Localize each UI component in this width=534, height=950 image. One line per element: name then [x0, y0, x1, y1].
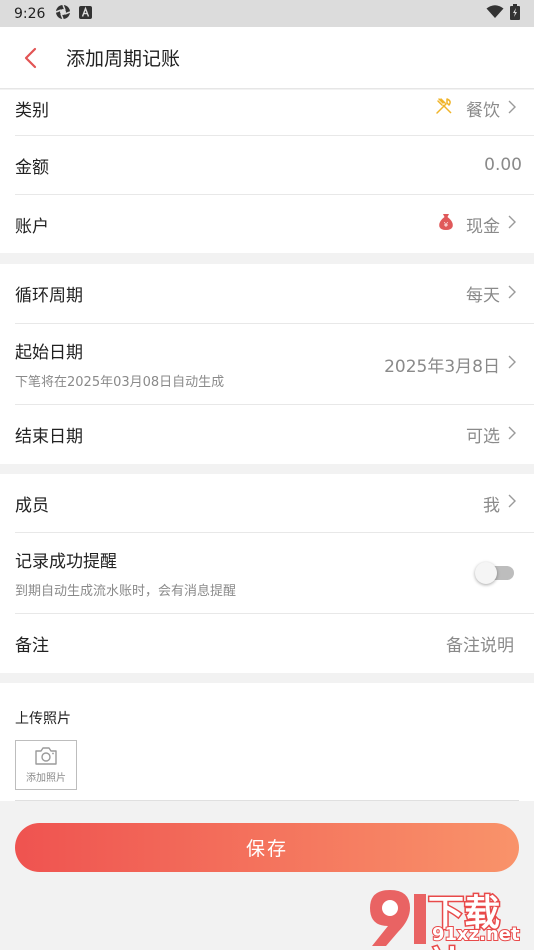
- toggle-knob: [475, 562, 497, 584]
- add-photo-text: 添加照片: [26, 773, 66, 784]
- back-button[interactable]: [0, 27, 60, 89]
- page-title: 添加周期记账: [66, 48, 181, 70]
- app-a-icon: [79, 4, 93, 23]
- chevron-right-icon: [508, 493, 516, 513]
- member-row[interactable]: 成员 我: [15, 474, 534, 533]
- money-bag-icon: ¥: [438, 213, 454, 236]
- reminder-toggle[interactable]: [475, 562, 514, 584]
- end-date-value: 可选: [466, 427, 500, 447]
- end-date-label: 结束日期: [15, 427, 83, 447]
- add-photo-button[interactable]: 添加照片: [15, 740, 77, 790]
- cycle-label: 循环周期: [15, 286, 83, 306]
- divider: [15, 800, 519, 801]
- category-value: 餐饮: [466, 101, 500, 121]
- amount-row[interactable]: 金额 0.00: [15, 136, 534, 195]
- watermark-logo-icon: [370, 890, 426, 946]
- category-row[interactable]: 类别 餐饮: [15, 90, 534, 136]
- amount-label: 金额: [15, 157, 49, 178]
- chevron-right-icon: [508, 99, 516, 119]
- wifi-icon: [486, 4, 504, 23]
- top-bar: 添加周期记账: [0, 27, 534, 89]
- section-basic: 类别 餐饮 金额 0.00 账户 ¥ 现金: [0, 90, 534, 253]
- chevron-right-icon: [508, 354, 516, 374]
- back-arrow-icon: [24, 47, 37, 68]
- account-row[interactable]: 账户 ¥ 现金: [15, 195, 534, 253]
- chevron-right-icon: [508, 425, 516, 445]
- section-upload: 上传照片 添加照片: [0, 683, 534, 801]
- cycle-row[interactable]: 循环周期 每天: [15, 264, 534, 324]
- start-date-label: 起始日期: [15, 343, 83, 363]
- member-value: 我: [483, 495, 500, 516]
- status-bar: 9:26: [0, 0, 534, 27]
- note-input[interactable]: 备注说明: [446, 631, 534, 656]
- section-cycle: 循环周期 每天 起始日期 下笔将在2025年03月08日自动生成 2025年3月…: [0, 264, 534, 464]
- camera-icon: [35, 747, 57, 765]
- chevron-right-icon: [508, 214, 516, 234]
- reminder-hint: 到期自动生成流水账时，会有消息提醒: [15, 584, 237, 599]
- watermark-text-url: 91xz.net: [431, 923, 521, 946]
- note-label: 备注: [15, 636, 49, 656]
- account-value: 现金: [466, 216, 500, 237]
- amount-value[interactable]: 0.00: [484, 155, 534, 175]
- battery-icon: [510, 3, 520, 24]
- save-button[interactable]: 保存: [15, 823, 519, 872]
- start-date-row[interactable]: 起始日期 下笔将在2025年03月08日自动生成 2025年3月8日: [15, 324, 534, 405]
- status-time: 9:26: [14, 5, 46, 22]
- member-label: 成员: [15, 495, 49, 516]
- chevron-right-icon: [508, 284, 516, 304]
- end-date-row[interactable]: 结束日期 可选: [15, 405, 534, 464]
- upload-label: 上传照片: [15, 711, 71, 727]
- utensils-icon: [434, 96, 454, 121]
- start-date-hint: 下笔将在2025年03月08日自动生成: [15, 375, 225, 390]
- start-date-value: 2025年3月8日: [384, 356, 500, 377]
- reminder-label: 记录成功提醒: [15, 552, 117, 572]
- account-label: 账户: [15, 216, 49, 237]
- aperture-icon: [55, 4, 71, 24]
- svg-text:¥: ¥: [444, 221, 449, 229]
- section-extra: 成员 我 记录成功提醒 到期自动生成流水账时，会有消息提醒 备注 备注说明: [0, 474, 534, 673]
- cycle-value: 每天: [466, 286, 500, 306]
- category-label: 类别: [15, 101, 49, 121]
- watermark: 下载站 91xz.net: [364, 880, 534, 950]
- note-row[interactable]: 备注 备注说明: [15, 614, 534, 673]
- reminder-row: 记录成功提醒 到期自动生成流水账时，会有消息提醒: [15, 533, 534, 614]
